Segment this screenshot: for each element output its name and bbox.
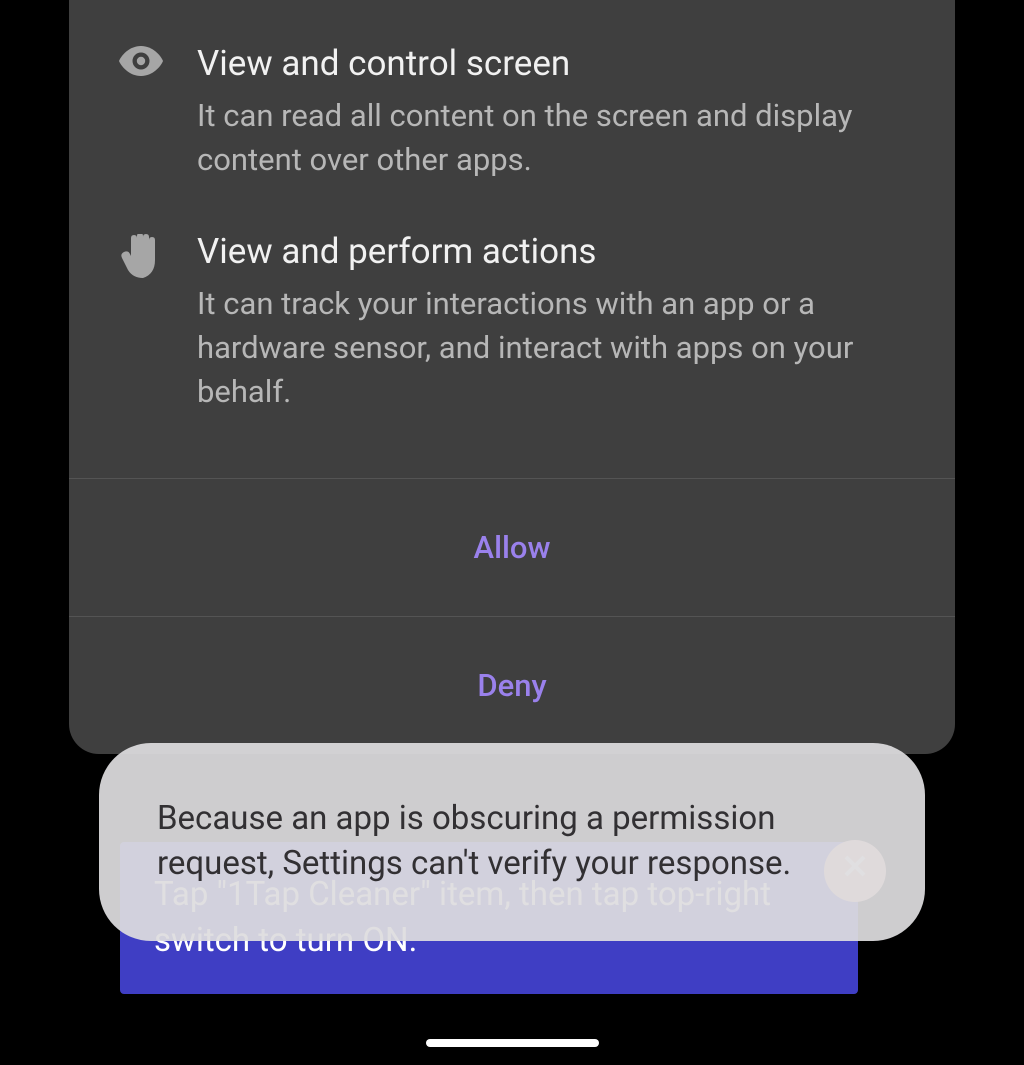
system-toast: Because an app is obscuring a permission… [99,743,925,941]
permission-description: It can read all content on the screen an… [197,94,901,182]
permission-item-view-control-screen: View and control screen It can read all … [69,18,955,206]
deny-button[interactable]: Deny [69,616,955,754]
allow-button[interactable]: Allow [69,478,955,616]
accessibility-permission-dialog: View and control screen It can read all … [69,0,955,754]
permission-title: View and perform actions [197,230,901,274]
toast-message: Because an app is obscuring a permission… [157,799,791,883]
dialog-button-row: Allow Deny [69,478,955,754]
permission-text: View and perform actions It can track yo… [197,230,923,414]
eye-icon [117,42,197,76]
navigation-bar [0,1039,1024,1047]
hand-icon [117,230,197,280]
permission-title: View and control screen [197,42,901,86]
permission-item-view-perform-actions: View and perform actions It can track yo… [69,206,955,438]
gesture-nav-pill[interactable] [426,1039,599,1047]
permission-list: View and control screen It can read all … [69,0,955,478]
permission-text: View and control screen It can read all … [197,42,923,182]
permission-description: It can track your interactions with an a… [197,282,901,414]
